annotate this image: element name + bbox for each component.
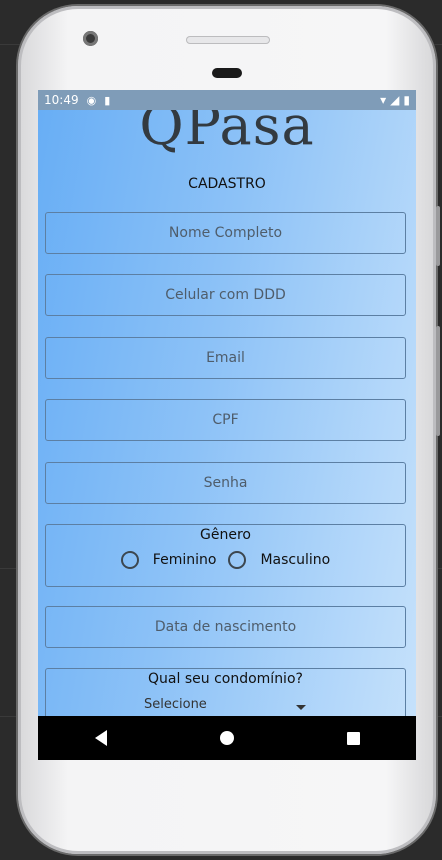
condo-select[interactable]: Selecione [46,697,405,716]
birthdate-field[interactable]: Data de nascimento [45,606,406,648]
device-screen: 10:49 ◉ ▮ ▾ ◢ ▮ QPasa CADASTRO Nome Comp… [38,90,416,760]
radio-feminino[interactable]: Feminino [120,551,217,569]
password-field[interactable]: Senha [45,462,406,504]
radio-label: Feminino [152,552,217,568]
signal-icon: ◢ [390,93,400,107]
dropdown-arrow-icon [296,705,306,710]
home-icon[interactable] [219,731,234,745]
radio-masculino[interactable]: Masculino [228,551,330,569]
birthdate-placeholder: Data de nascimento [154,619,297,635]
battery-icon: ▮ [403,93,410,107]
front-camera-icon [83,31,98,46]
page-title: CADASTRO [188,176,266,192]
cpf-field[interactable]: CPF [45,399,406,441]
earpiece-speaker [186,36,270,44]
gender-label: Gênero [200,527,251,543]
email-placeholder: Email [206,350,245,366]
register-screen: QPasa CADASTRO Nome Completo Celular com… [38,110,416,716]
condo-group: Qual seu condomínio? Selecione [45,668,406,716]
full-name-field[interactable]: Nome Completo [45,212,406,254]
sd-card-icon: ▮ [104,93,111,107]
app-logo: QPasa [139,110,315,157]
volume-button [436,206,440,266]
phone-field[interactable]: Celular com DDD [45,274,406,316]
password-placeholder: Senha [203,475,248,491]
radio-unchecked-icon [120,551,139,569]
condo-select-value: Selecione [144,697,207,712]
full-name-placeholder: Nome Completo [168,225,283,241]
app-notification-icon: ◉ [86,93,97,107]
condo-label: Qual seu condomínio? [148,671,303,687]
proximity-sensor [212,68,242,78]
cpf-placeholder: CPF [212,412,239,428]
android-nav-bar [38,716,416,760]
back-icon[interactable] [94,730,107,746]
power-button [436,326,440,436]
recent-apps-icon[interactable] [346,731,360,745]
phone-placeholder: Celular com DDD [165,287,286,303]
status-time: 10:49 [44,93,79,107]
email-field[interactable]: Email [45,337,406,379]
wifi-icon: ▾ [380,93,387,107]
radio-unchecked-icon [228,551,247,569]
radio-label: Masculino [260,552,331,568]
status-bar: 10:49 ◉ ▮ ▾ ◢ ▮ [38,90,416,110]
gender-group: Gênero Feminino Masculino [45,524,406,587]
